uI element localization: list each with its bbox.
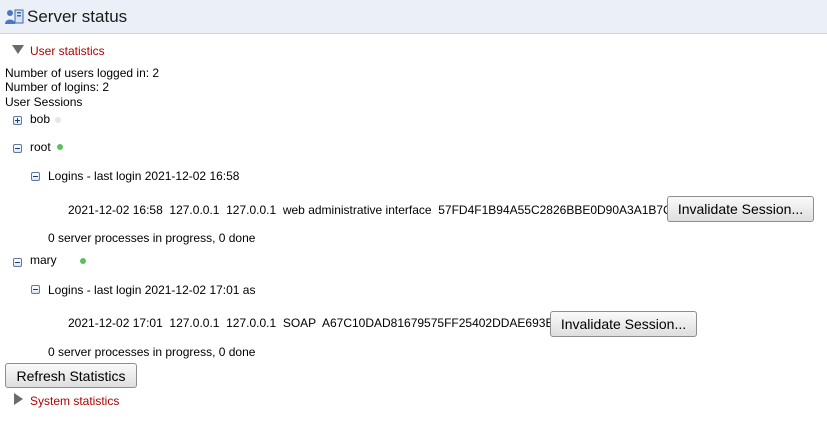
processes-status-root: 0 server processes in progress, 0 done [48, 231, 256, 245]
expand-triangle-icon[interactable] [14, 393, 23, 405]
invalidate-session-button[interactable]: Invalidate Session... [550, 311, 697, 337]
user-name-mary: mary [30, 253, 57, 267]
logins-label-root: Logins - last login 2021-12-02 16:58 [48, 169, 240, 183]
user-statistics-link[interactable]: User statistics [30, 44, 105, 58]
page-header: Server status [0, 0, 827, 34]
user-name-bob: bob [30, 112, 51, 126]
collapse-user-root-icon[interactable] [13, 144, 22, 153]
logins-count: Number of logins: 2 [5, 80, 110, 94]
system-statistics-link[interactable]: System statistics [30, 394, 119, 408]
session-details-root: 2021-12-02 16:58 127.0.0.1 127.0.0.1 web… [68, 203, 672, 217]
status-online-icon [57, 144, 63, 150]
users-logged-in-count: Number of users logged in: 2 [5, 66, 160, 80]
collapse-user-mary-icon[interactable] [13, 258, 22, 267]
status-offline-icon [55, 117, 61, 123]
status-online-icon [80, 258, 86, 264]
collapse-triangle-icon[interactable] [12, 45, 24, 54]
server-users-icon [5, 9, 24, 24]
collapse-logins-root-icon[interactable] [31, 172, 40, 181]
refresh-statistics-button[interactable]: Refresh Statistics [5, 363, 137, 388]
collapse-logins-mary-icon[interactable] [31, 285, 40, 294]
invalidate-session-button[interactable]: Invalidate Session... [667, 196, 814, 222]
page-title: Server status [27, 7, 128, 26]
session-details-mary: 2021-12-02 17:01 127.0.0.1 127.0.0.1 SOA… [68, 316, 554, 330]
processes-status-mary: 0 server processes in progress, 0 done [48, 345, 256, 359]
expand-user-bob-icon[interactable] [13, 116, 22, 125]
user-name-root: root [30, 140, 51, 154]
user-sessions-label: User Sessions [5, 95, 83, 109]
logins-label-mary: Logins - last login 2021-12-02 17:01 as [48, 283, 256, 297]
